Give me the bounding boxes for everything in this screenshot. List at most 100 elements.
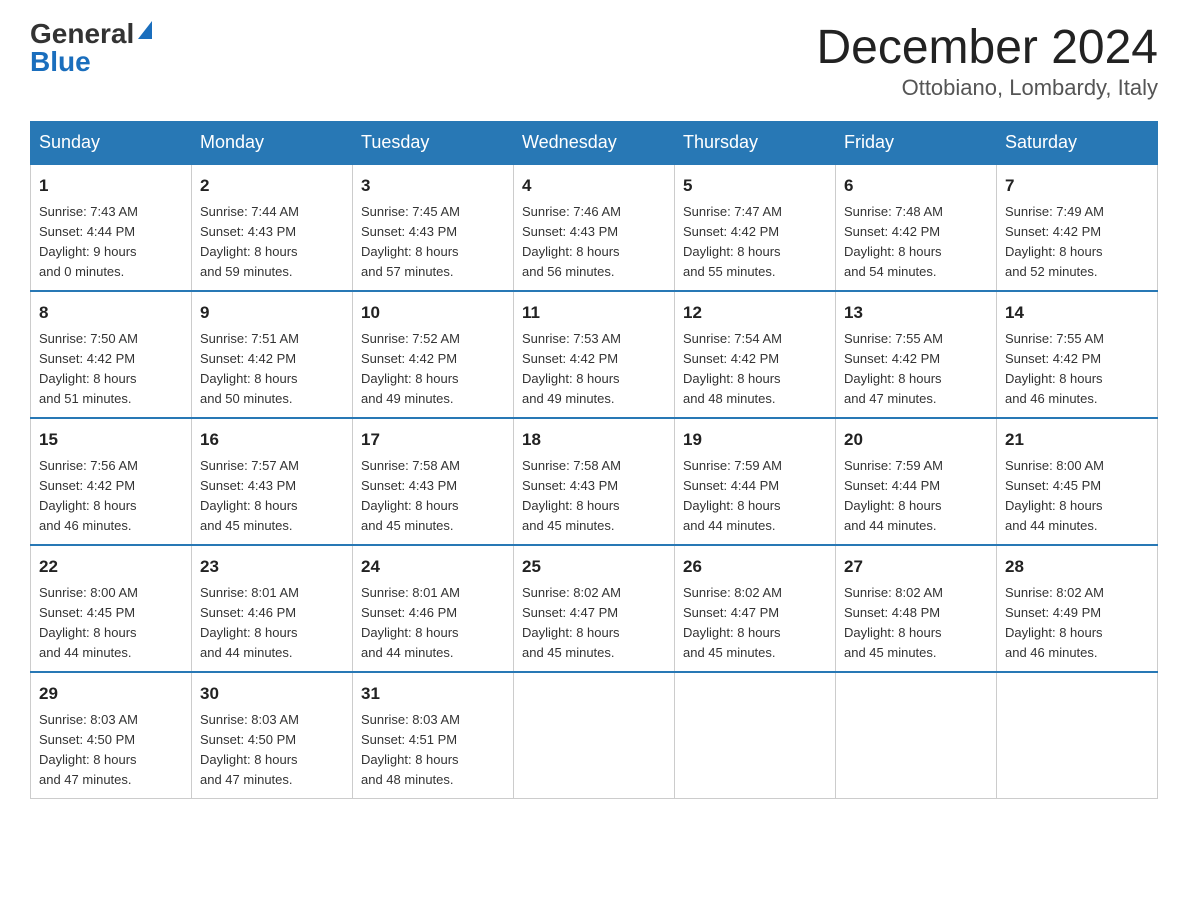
day-number: 31 bbox=[361, 681, 505, 707]
logo-blue-text: Blue bbox=[30, 48, 91, 76]
day-info: Sunrise: 7:59 AMSunset: 4:44 PMDaylight:… bbox=[844, 456, 988, 537]
day-info: Sunrise: 7:58 AMSunset: 4:43 PMDaylight:… bbox=[522, 456, 666, 537]
day-number: 22 bbox=[39, 554, 183, 580]
header-sunday: Sunday bbox=[31, 122, 192, 165]
day-info: Sunrise: 7:55 AMSunset: 4:42 PMDaylight:… bbox=[844, 329, 988, 410]
page-header: General Blue December 2024 Ottobiano, Lo… bbox=[30, 20, 1158, 101]
day-info: Sunrise: 7:45 AMSunset: 4:43 PMDaylight:… bbox=[361, 202, 505, 283]
calendar-cell bbox=[675, 672, 836, 799]
day-info: Sunrise: 8:03 AMSunset: 4:50 PMDaylight:… bbox=[200, 710, 344, 791]
day-info: Sunrise: 7:59 AMSunset: 4:44 PMDaylight:… bbox=[683, 456, 827, 537]
day-info: Sunrise: 8:00 AMSunset: 4:45 PMDaylight:… bbox=[39, 583, 183, 664]
day-number: 28 bbox=[1005, 554, 1149, 580]
day-number: 15 bbox=[39, 427, 183, 453]
day-number: 16 bbox=[200, 427, 344, 453]
weekday-header-row: Sunday Monday Tuesday Wednesday Thursday… bbox=[31, 122, 1158, 165]
day-info: Sunrise: 7:55 AMSunset: 4:42 PMDaylight:… bbox=[1005, 329, 1149, 410]
day-info: Sunrise: 7:43 AMSunset: 4:44 PMDaylight:… bbox=[39, 202, 183, 283]
header-friday: Friday bbox=[836, 122, 997, 165]
day-info: Sunrise: 7:48 AMSunset: 4:42 PMDaylight:… bbox=[844, 202, 988, 283]
day-number: 4 bbox=[522, 173, 666, 199]
day-number: 10 bbox=[361, 300, 505, 326]
calendar-cell: 12Sunrise: 7:54 AMSunset: 4:42 PMDayligh… bbox=[675, 291, 836, 418]
calendar-cell: 7 Sunrise: 7:49 AMSunset: 4:42 PMDaylight… bbox=[997, 164, 1158, 291]
day-number: 26 bbox=[683, 554, 827, 580]
calendar-cell: 14Sunrise: 7:55 AMSunset: 4:42 PMDayligh… bbox=[997, 291, 1158, 418]
calendar-cell: 10 Sunrise: 7:52 AMSunset: 4:42 PMDayligh… bbox=[353, 291, 514, 418]
week-row-2: 8 Sunrise: 7:50 AMSunset: 4:42 PMDaylight… bbox=[31, 291, 1158, 418]
logo-general-text: General bbox=[30, 20, 134, 48]
day-number: 23 bbox=[200, 554, 344, 580]
calendar-table: Sunday Monday Tuesday Wednesday Thursday… bbox=[30, 121, 1158, 799]
calendar-cell: 3 Sunrise: 7:45 AMSunset: 4:43 PMDaylight… bbox=[353, 164, 514, 291]
title-block: December 2024 Ottobiano, Lombardy, Italy bbox=[816, 20, 1158, 101]
day-info: Sunrise: 8:02 AMSunset: 4:47 PMDaylight:… bbox=[683, 583, 827, 664]
header-monday: Monday bbox=[192, 122, 353, 165]
week-row-5: 29 Sunrise: 8:03 AMSunset: 4:50 PMDayligh… bbox=[31, 672, 1158, 799]
calendar-cell: 4 Sunrise: 7:46 AMSunset: 4:43 PMDaylight… bbox=[514, 164, 675, 291]
calendar-cell: 22 Sunrise: 8:00 AMSunset: 4:45 PMDayligh… bbox=[31, 545, 192, 672]
location-subtitle: Ottobiano, Lombardy, Italy bbox=[816, 75, 1158, 101]
day-number: 18 bbox=[522, 427, 666, 453]
calendar-cell bbox=[997, 672, 1158, 799]
header-saturday: Saturday bbox=[997, 122, 1158, 165]
day-number: 17 bbox=[361, 427, 505, 453]
day-info: Sunrise: 7:56 AMSunset: 4:42 PMDaylight:… bbox=[39, 456, 183, 537]
day-info: Sunrise: 8:01 AMSunset: 4:46 PMDaylight:… bbox=[200, 583, 344, 664]
day-info: Sunrise: 8:03 AMSunset: 4:50 PMDaylight:… bbox=[39, 710, 183, 791]
calendar-cell: 18 Sunrise: 7:58 AMSunset: 4:43 PMDayligh… bbox=[514, 418, 675, 545]
day-info: Sunrise: 7:44 AMSunset: 4:43 PMDaylight:… bbox=[200, 202, 344, 283]
day-info: Sunrise: 8:01 AMSunset: 4:46 PMDaylight:… bbox=[361, 583, 505, 664]
week-row-1: 1Sunrise: 7:43 AMSunset: 4:44 PMDaylight… bbox=[31, 164, 1158, 291]
calendar-cell: 27 Sunrise: 8:02 AMSunset: 4:48 PMDayligh… bbox=[836, 545, 997, 672]
day-number: 11 bbox=[522, 300, 666, 326]
calendar-cell bbox=[836, 672, 997, 799]
day-number: 3 bbox=[361, 173, 505, 199]
logo: General Blue bbox=[30, 20, 152, 76]
calendar-cell: 6 Sunrise: 7:48 AMSunset: 4:42 PMDaylight… bbox=[836, 164, 997, 291]
day-number: 6 bbox=[844, 173, 988, 199]
day-info: Sunrise: 7:58 AMSunset: 4:43 PMDaylight:… bbox=[361, 456, 505, 537]
day-info: Sunrise: 7:49 AMSunset: 4:42 PMDaylight:… bbox=[1005, 202, 1149, 283]
day-info: Sunrise: 8:00 AMSunset: 4:45 PMDaylight:… bbox=[1005, 456, 1149, 537]
day-info: Sunrise: 7:46 AMSunset: 4:43 PMDaylight:… bbox=[522, 202, 666, 283]
day-number: 21 bbox=[1005, 427, 1149, 453]
day-number: 27 bbox=[844, 554, 988, 580]
day-number: 24 bbox=[361, 554, 505, 580]
header-tuesday: Tuesday bbox=[353, 122, 514, 165]
calendar-cell: 17 Sunrise: 7:58 AMSunset: 4:43 PMDayligh… bbox=[353, 418, 514, 545]
calendar-cell: 8 Sunrise: 7:50 AMSunset: 4:42 PMDaylight… bbox=[31, 291, 192, 418]
day-info: Sunrise: 7:50 AMSunset: 4:42 PMDaylight:… bbox=[39, 329, 183, 410]
day-info: Sunrise: 8:02 AMSunset: 4:48 PMDaylight:… bbox=[844, 583, 988, 664]
logo-triangle-icon bbox=[138, 21, 152, 39]
day-info: Sunrise: 7:57 AMSunset: 4:43 PMDaylight:… bbox=[200, 456, 344, 537]
header-thursday: Thursday bbox=[675, 122, 836, 165]
day-number: 12 bbox=[683, 300, 827, 326]
calendar-cell: 5Sunrise: 7:47 AMSunset: 4:42 PMDaylight… bbox=[675, 164, 836, 291]
day-number: 29 bbox=[39, 681, 183, 707]
day-info: Sunrise: 8:03 AMSunset: 4:51 PMDaylight:… bbox=[361, 710, 505, 791]
day-number: 8 bbox=[39, 300, 183, 326]
day-info: Sunrise: 7:53 AMSunset: 4:42 PMDaylight:… bbox=[522, 329, 666, 410]
day-info: Sunrise: 8:02 AMSunset: 4:47 PMDaylight:… bbox=[522, 583, 666, 664]
calendar-cell: 31 Sunrise: 8:03 AMSunset: 4:51 PMDayligh… bbox=[353, 672, 514, 799]
calendar-cell: 30Sunrise: 8:03 AMSunset: 4:50 PMDayligh… bbox=[192, 672, 353, 799]
day-number: 19 bbox=[683, 427, 827, 453]
calendar-cell: 25 Sunrise: 8:02 AMSunset: 4:47 PMDayligh… bbox=[514, 545, 675, 672]
day-info: Sunrise: 7:47 AMSunset: 4:42 PMDaylight:… bbox=[683, 202, 827, 283]
calendar-cell: 29 Sunrise: 8:03 AMSunset: 4:50 PMDayligh… bbox=[31, 672, 192, 799]
calendar-cell: 20Sunrise: 7:59 AMSunset: 4:44 PMDayligh… bbox=[836, 418, 997, 545]
calendar-cell: 21 Sunrise: 8:00 AMSunset: 4:45 PMDayligh… bbox=[997, 418, 1158, 545]
calendar-cell: 15 Sunrise: 7:56 AMSunset: 4:42 PMDayligh… bbox=[31, 418, 192, 545]
day-info: Sunrise: 7:52 AMSunset: 4:42 PMDaylight:… bbox=[361, 329, 505, 410]
week-row-3: 15 Sunrise: 7:56 AMSunset: 4:42 PMDayligh… bbox=[31, 418, 1158, 545]
day-number: 9 bbox=[200, 300, 344, 326]
calendar-cell: 24 Sunrise: 8:01 AMSunset: 4:46 PMDayligh… bbox=[353, 545, 514, 672]
day-number: 7 bbox=[1005, 173, 1149, 199]
month-year-title: December 2024 bbox=[816, 20, 1158, 75]
week-row-4: 22 Sunrise: 8:00 AMSunset: 4:45 PMDayligh… bbox=[31, 545, 1158, 672]
calendar-cell: 16 Sunrise: 7:57 AMSunset: 4:43 PMDayligh… bbox=[192, 418, 353, 545]
calendar-cell: 11 Sunrise: 7:53 AMSunset: 4:42 PMDayligh… bbox=[514, 291, 675, 418]
day-number: 25 bbox=[522, 554, 666, 580]
calendar-cell: 26 Sunrise: 8:02 AMSunset: 4:47 PMDayligh… bbox=[675, 545, 836, 672]
